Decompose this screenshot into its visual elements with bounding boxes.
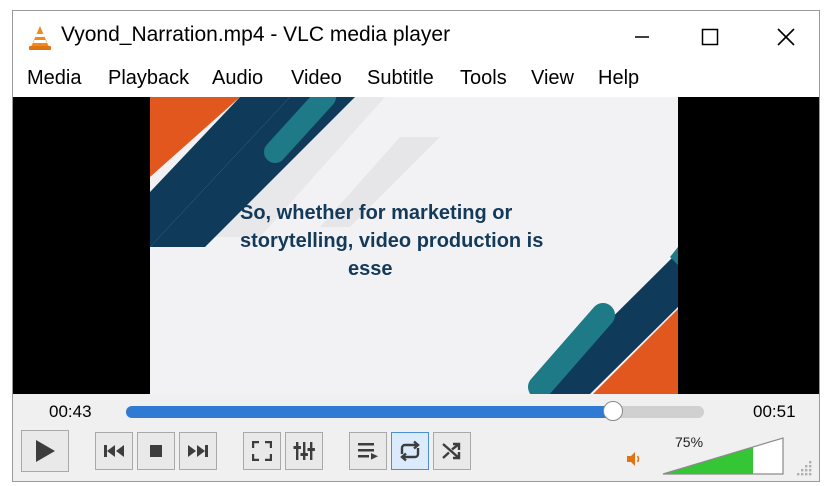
menu-video[interactable]: Video — [291, 67, 342, 90]
menu-bar: Media Playback Audio Video Subtitle Tool… — [13, 63, 819, 97]
video-frame: So, whether for marketing or storytellin… — [150, 97, 678, 394]
menu-playback[interactable]: Playback — [108, 67, 189, 90]
loop-button[interactable] — [391, 432, 429, 470]
caption-line-1: So, whether for marketing or — [240, 202, 513, 224]
video-caption: So, whether for marketing or storytellin… — [240, 199, 640, 283]
next-icon — [188, 445, 208, 457]
previous-icon — [104, 445, 124, 457]
playlist-icon — [358, 443, 378, 460]
stop-icon — [150, 445, 162, 457]
elapsed-time: 00:43 — [49, 402, 92, 421]
volume-slider[interactable]: 75% — [661, 434, 785, 476]
menu-subtitle[interactable]: Subtitle — [367, 67, 434, 90]
volume-wedge — [662, 437, 784, 475]
menu-tools[interactable]: Tools — [460, 67, 507, 90]
previous-button[interactable] — [95, 432, 133, 470]
minimize-icon — [635, 36, 649, 38]
fullscreen-button[interactable] — [243, 432, 281, 470]
minimize-button[interactable] — [611, 17, 673, 57]
resize-grip-icon[interactable] — [797, 461, 813, 477]
total-time: 00:51 — [753, 402, 796, 421]
control-bar: 75% — [13, 428, 819, 481]
stop-button[interactable] — [137, 432, 175, 470]
close-icon — [777, 28, 795, 46]
seek-row: 00:43 00:51 — [13, 394, 819, 428]
menu-help[interactable]: Help — [598, 67, 639, 90]
speaker-icon[interactable] — [625, 450, 643, 468]
shuffle-icon — [442, 442, 461, 460]
next-button[interactable] — [179, 432, 217, 470]
playlist-button[interactable] — [349, 432, 387, 470]
window-title: Vyond_Narration.mp4 - VLC media player — [61, 23, 451, 46]
maximize-button[interactable] — [679, 17, 741, 57]
seek-progress — [126, 406, 614, 418]
play-button[interactable] — [21, 430, 69, 472]
menu-media[interactable]: Media — [27, 67, 81, 90]
menu-view[interactable]: View — [531, 67, 574, 90]
extended-settings-icon — [293, 442, 315, 460]
loop-icon — [400, 440, 420, 462]
extended-settings-button[interactable] — [285, 432, 323, 470]
title-bar: Vyond_Narration.mp4 - VLC media player — [13, 11, 819, 63]
fullscreen-icon — [252, 441, 272, 461]
vlc-cone-icon — [29, 26, 51, 50]
shuffle-button[interactable] — [433, 432, 471, 470]
seek-handle[interactable] — [603, 401, 624, 421]
close-button[interactable] — [755, 17, 817, 57]
video-output[interactable]: So, whether for marketing or storytellin… — [13, 97, 819, 394]
caption-line-3: esse — [348, 258, 393, 280]
vlc-window: Vyond_Narration.mp4 - VLC media player M… — [12, 10, 820, 482]
maximize-icon — [701, 28, 719, 46]
caption-line-2: storytelling, video production is — [240, 230, 544, 252]
play-icon — [36, 440, 55, 462]
menu-audio[interactable]: Audio — [212, 67, 263, 90]
seek-bar[interactable] — [126, 401, 704, 421]
